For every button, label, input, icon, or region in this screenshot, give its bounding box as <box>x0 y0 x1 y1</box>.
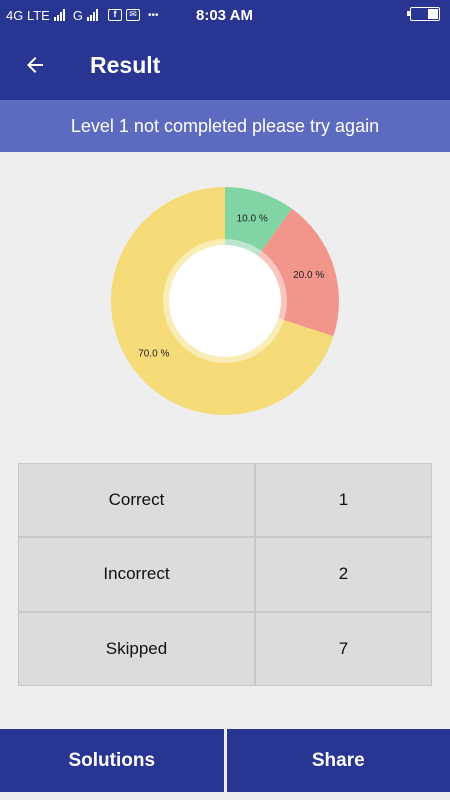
stats-value-skipped: 7 <box>256 612 431 685</box>
status-left: 4G LTE G f ✉ ••• <box>0 8 158 23</box>
slice-skipped-label: 70.0 % <box>138 349 169 360</box>
stats-value-correct: 1 <box>256 464 431 537</box>
donut-chart: 10.0 % 20.0 % 70.0 % <box>111 187 339 415</box>
stats-table: Correct 1 Incorrect 2 Skipped 7 <box>18 463 432 686</box>
stats-value-incorrect: 2 <box>256 538 431 611</box>
back-button[interactable] <box>0 30 70 100</box>
more-notifications-icon: ••• <box>147 9 159 21</box>
arrow-left-icon <box>27 57 43 73</box>
slice-incorrect-label: 20.0 % <box>293 270 324 281</box>
donut-hole <box>169 245 281 357</box>
stats-label-correct: Correct <box>19 464 254 537</box>
page-title: Result <box>90 51 161 78</box>
app-bar: Result <box>0 30 450 100</box>
solutions-button[interactable]: Solutions <box>0 729 224 792</box>
network-type-2: G <box>72 7 83 23</box>
mail-icon: ✉ <box>125 9 140 21</box>
share-button[interactable]: Share <box>226 729 450 792</box>
slice-correct-label: 10.0 % <box>237 213 268 224</box>
result-chart: 10.0 % 20.0 % 70.0 % <box>0 152 450 452</box>
status-time: 8:03 AM <box>196 6 253 24</box>
status-bar: 4G LTE G f ✉ ••• 8:03 AM <box>0 0 450 30</box>
battery-charging-icon <box>407 7 440 21</box>
bottom-action-bar: Solutions Share <box>0 729 450 792</box>
stats-label-incorrect: Incorrect <box>19 538 254 611</box>
signal-icon <box>53 9 65 21</box>
signal-icon-2 <box>86 9 98 21</box>
facebook-icon: f <box>107 9 122 21</box>
result-banner: Level 1 not completed please try again <box>0 100 450 152</box>
network-type: 4G LTE <box>6 7 50 23</box>
stats-label-skipped: Skipped <box>19 612 254 685</box>
